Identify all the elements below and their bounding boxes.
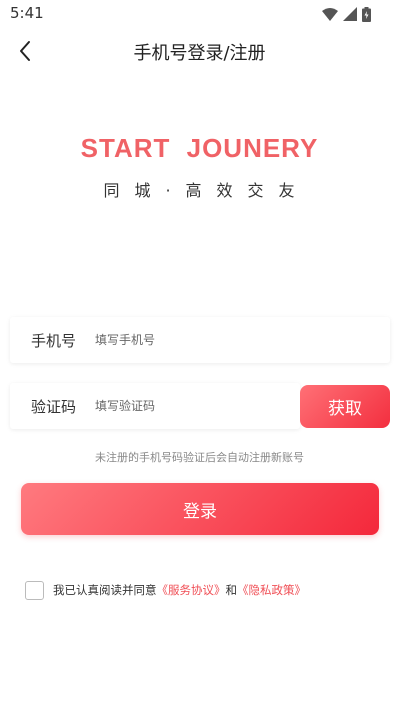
agreement-prefix: 我已认真阅读并同意	[53, 583, 157, 597]
service-agreement-link[interactable]: 《服务协议》	[157, 583, 226, 597]
code-input[interactable]	[95, 393, 285, 419]
nav-bar: 手机号登录/注册	[0, 28, 399, 74]
agreement-text: 我已认真阅读并同意《服务协议》和《隐私政策》	[53, 582, 306, 598]
status-bar: 5:41	[0, 0, 399, 28]
signal-icon	[343, 7, 357, 21]
wifi-icon	[322, 7, 338, 21]
page-title: 手机号登录/注册	[133, 43, 266, 64]
brand-title: START JOUNERY	[80, 133, 319, 163]
code-label: 验证码	[31, 398, 77, 416]
status-time: 5:41	[10, 4, 44, 22]
phone-field: 手机号	[10, 317, 390, 363]
agreement-connector: 和	[225, 583, 238, 597]
brand-subtitle: 同城·高效交友	[103, 181, 310, 200]
agreement-checkbox[interactable]	[25, 580, 44, 600]
phone-input[interactable]	[95, 327, 285, 353]
register-hint: 未注册的手机号码验证后会自动注册新账号	[95, 451, 304, 464]
phone-label: 手机号	[31, 332, 77, 350]
code-field: 验证码	[10, 383, 300, 429]
agreement-row: 我已认真阅读并同意《服务协议》和《隐私政策》	[25, 580, 306, 600]
privacy-policy-link[interactable]: 《隐私政策》	[237, 583, 306, 597]
status-icons	[322, 6, 371, 22]
login-button[interactable]: 登录	[21, 483, 379, 535]
get-code-button[interactable]: 获取	[300, 385, 390, 428]
battery-icon	[362, 6, 371, 22]
